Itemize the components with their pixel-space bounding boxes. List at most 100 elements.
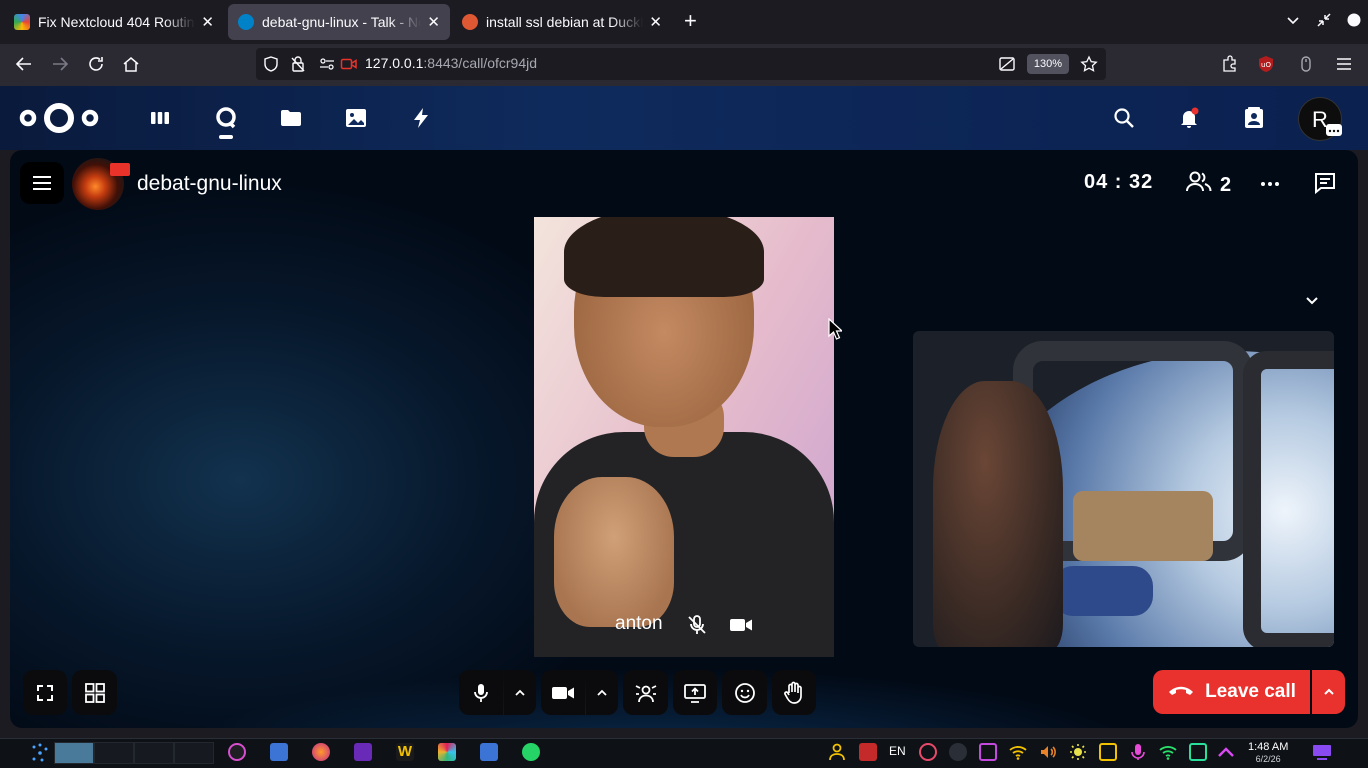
user-tray-icon[interactable] [828,743,846,761]
back-arrow-icon[interactable] [15,55,33,77]
brightness-tray-icon[interactable] [1069,743,1087,761]
share-screen-button[interactable] [673,670,717,715]
leave-call-button[interactable]: Leave call [1153,670,1310,714]
browser-tab-1[interactable]: Fix Nextcloud 404 Routing I ✕ [4,4,224,40]
tab-title: debat-gnu-linux - Talk - Nextcloud [262,14,421,30]
slack-app-icon[interactable] [438,743,456,761]
bookmark-star-icon[interactable] [1080,55,1098,77]
clock-date: 6/2/26 [1255,754,1281,764]
camera-button[interactable] [541,670,585,715]
call-timer: 04 : 32 [1084,171,1154,193]
picture-in-picture-icon[interactable] [998,55,1016,77]
participants-button[interactable]: 2 [1186,171,1231,199]
close-tab-icon[interactable]: ✕ [427,13,440,31]
tab-title: Fix Nextcloud 404 Routing I [38,14,196,30]
keyboard-language-indicator[interactable]: EN [889,744,906,758]
more-actions-icon[interactable] [1260,174,1280,199]
permissions-icon[interactable] [318,55,336,77]
camera-in-use-icon[interactable] [340,55,358,77]
settings-app-icon[interactable] [228,743,246,761]
mouse-extension-icon[interactable] [1297,55,1315,77]
in-call-camera-icon [110,163,130,176]
close-tab-icon[interactable]: ✕ [201,13,214,31]
workspace-3[interactable] [134,742,174,764]
close-tab-icon[interactable]: ✕ [649,13,662,31]
leave-call-label: Leave call [1205,681,1296,702]
battery-tray-icon[interactable] [1099,743,1117,761]
grid-view-button[interactable] [72,670,117,715]
main-participant-video[interactable] [534,217,834,657]
contacts-icon[interactable] [1242,106,1266,130]
microphone-settings-chevron-icon[interactable] [504,670,536,715]
background-blur-button[interactable] [623,670,668,715]
url-path: :8443/call/ofcr94jd [423,55,538,71]
talk-icon[interactable] [214,106,238,130]
clipboard-tray-icon[interactable] [979,743,997,761]
insecure-lock-icon[interactable] [289,55,307,77]
firefox-app-icon[interactable] [312,743,330,761]
dashboard-icon[interactable] [148,106,172,130]
fullscreen-button[interactable] [23,670,67,715]
url-text[interactable]: 127.0.0.1:8443/call/ofcr94jd [365,55,537,71]
restore-window-icon[interactable] [1316,12,1332,32]
collapse-stripe-chevron-icon[interactable] [1303,291,1321,314]
people-icon [1186,171,1212,199]
file-manager-app-icon[interactable] [270,743,288,761]
close-window-icon[interactable] [1346,12,1362,32]
toggle-navigation-button[interactable] [20,162,64,204]
raise-hand-button[interactable] [772,670,816,715]
wifi-tray-icon[interactable] [1009,743,1027,761]
reload-icon[interactable] [87,55,105,77]
conversation-title[interactable]: debat-gnu-linux [137,172,282,196]
browser-tab-3[interactable]: install ssl debian at DuckDuckGo ✕ [452,4,672,40]
volume-tray-icon[interactable] [1039,743,1057,761]
photos-icon[interactable] [344,106,368,130]
power-tray-icon[interactable] [1189,743,1207,761]
taskbar-clock[interactable]: 1:48 AM 6/2/26 [1248,741,1288,765]
leave-call-options-chevron-icon[interactable] [1312,670,1345,714]
mouse-cursor-icon [828,317,844,345]
caret-up-tray-icon[interactable] [1217,743,1235,761]
workspace-4[interactable] [174,742,214,764]
zoom-level[interactable]: 130% [1027,54,1069,74]
video-person [933,381,1063,647]
notifications-bell-icon[interactable] [1177,106,1201,130]
shield-icon[interactable] [262,55,280,77]
ublock-origin-icon[interactable]: uO [1257,55,1275,77]
new-tab-plus-icon[interactable]: + [684,10,697,32]
microphone-button[interactable] [459,670,503,715]
nextcloud-logo-icon[interactable] [18,100,100,136]
network-tray-icon[interactable] [1159,743,1177,761]
record-tray-icon[interactable] [919,743,937,761]
reactions-button[interactable] [722,670,767,715]
browser-tab-2[interactable]: debat-gnu-linux - Talk - Nextcloud ✕ [228,4,450,40]
user-status-chat-icon [1326,124,1342,136]
camera-settings-chevron-icon[interactable] [586,670,618,715]
self-video[interactable] [913,331,1334,647]
files-icon[interactable] [279,106,303,130]
extensions-icon[interactable] [1220,55,1238,77]
microphone-tray-icon[interactable] [1129,743,1147,761]
nextcloud-header [0,86,1368,150]
clock-time: 1:48 AM [1248,741,1289,753]
writer-app-icon[interactable]: W [396,743,414,761]
show-desktop-icon[interactable] [1312,743,1331,761]
whatsapp-app-icon[interactable] [522,743,540,761]
terminal-app-icon[interactable] [354,743,372,761]
screenshot-tray-icon[interactable] [859,743,877,761]
home-icon[interactable] [122,55,140,77]
sync-tray-icon[interactable] [949,743,967,761]
workspace-1[interactable] [54,742,94,764]
chat-sidebar-icon[interactable] [1313,171,1337,200]
list-tabs-chevron-icon[interactable] [1285,12,1301,32]
forward-arrow-icon[interactable] [51,55,69,77]
video-camera-icon [729,614,753,641]
workspace-2[interactable] [94,742,134,764]
text-editor-app-icon[interactable] [480,743,498,761]
hamburger-menu-icon[interactable] [1335,55,1353,77]
activity-icon[interactable] [409,106,433,130]
app-launcher-icon[interactable] [30,743,50,768]
search-icon[interactable] [1112,106,1136,130]
participant-name: anton [615,613,663,634]
microphone-off-icon [686,614,708,641]
